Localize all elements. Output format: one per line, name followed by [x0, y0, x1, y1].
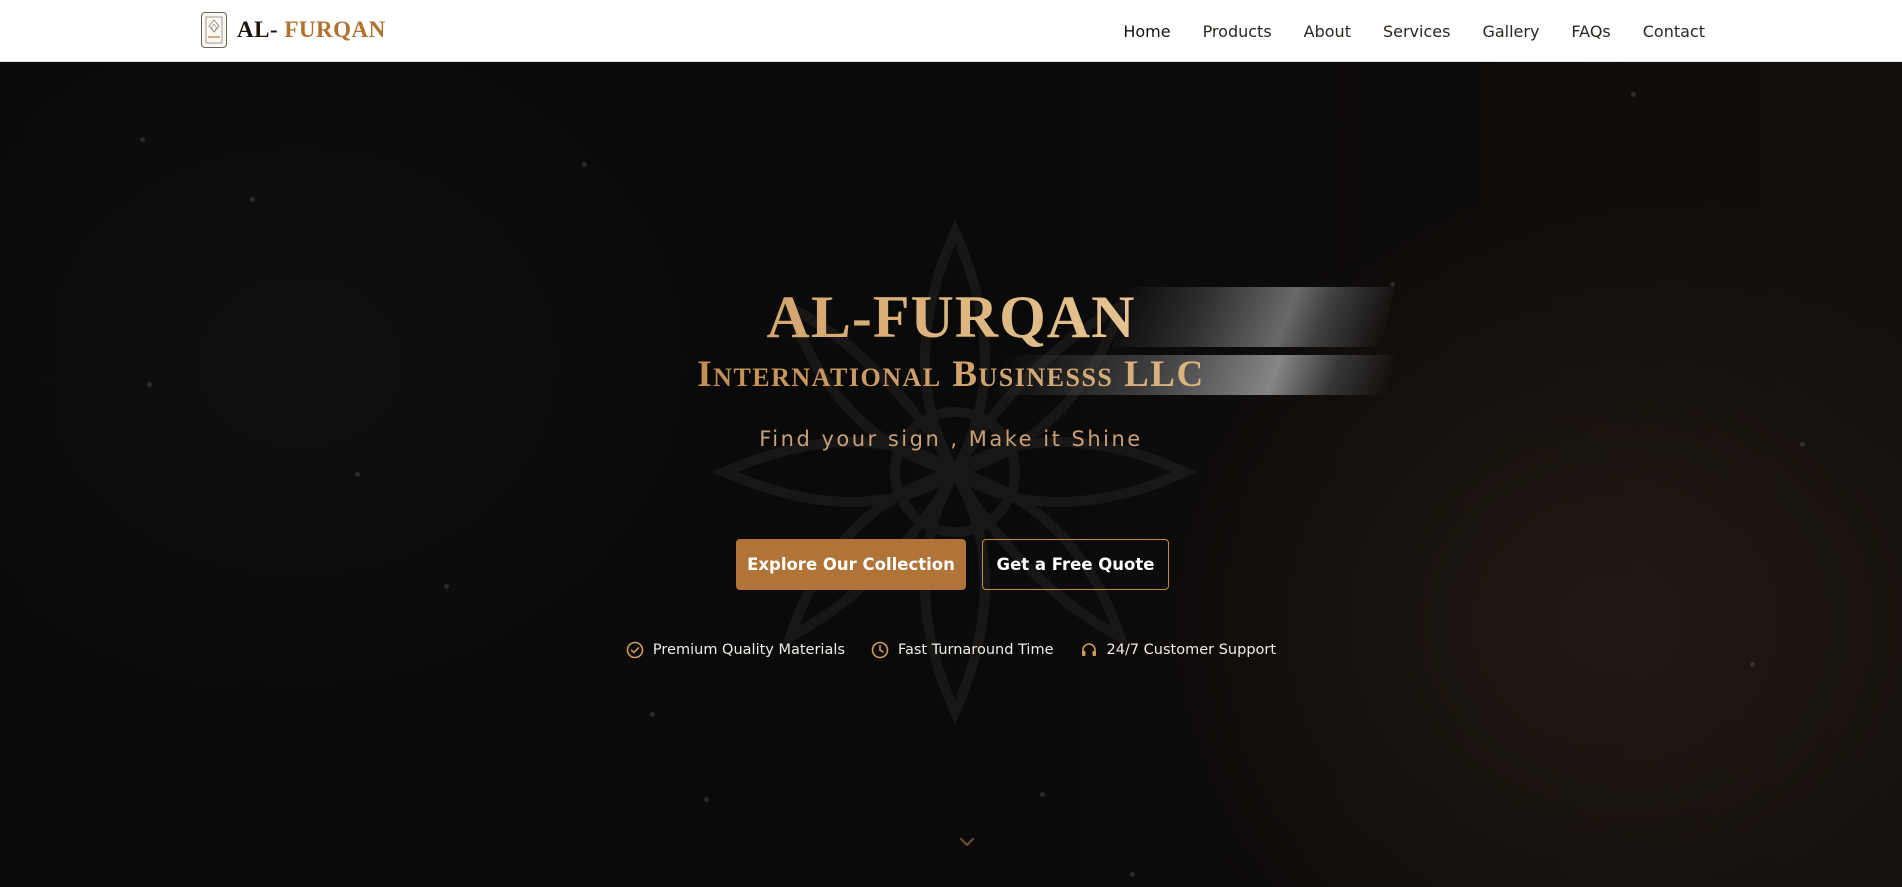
feature-item: 24/7 Customer Support: [1080, 641, 1277, 659]
nav-item-gallery[interactable]: Gallery: [1482, 22, 1539, 41]
particle-dot: [704, 797, 709, 802]
nav-item-home[interactable]: Home: [1123, 22, 1170, 41]
brand-logo[interactable]: AL- FURQAN: [201, 12, 386, 48]
feature-list: Premium Quality Materials Fast Turnaroun…: [0, 641, 1902, 659]
feature-item: Premium Quality Materials: [626, 641, 845, 659]
navbar: AL- FURQAN Home Products About Services …: [0, 0, 1902, 62]
particle-dot: [355, 472, 360, 477]
nav-item-faqs[interactable]: FAQs: [1571, 22, 1610, 41]
particle-dot: [1750, 662, 1755, 667]
hero-section: AL-FURQAN International Businesss LLC Fi…: [0, 62, 1902, 887]
brand-name-suffix: FURQAN: [284, 17, 386, 42]
hero-tagline: Find your sign , Make it Shine: [759, 427, 1143, 451]
feature-label: Premium Quality Materials: [652, 642, 845, 658]
particle-dot: [444, 584, 449, 589]
particle-dot: [140, 137, 145, 142]
nav-item-about[interactable]: About: [1304, 22, 1351, 41]
particle-dot: [250, 197, 255, 202]
particle-dot: [1631, 92, 1636, 97]
nav-item-services[interactable]: Services: [1383, 22, 1450, 41]
free-quote-button[interactable]: Get a Free Quote: [982, 539, 1169, 590]
hero-title: AL-FURQAN: [0, 282, 1902, 352]
particle-dot: [1130, 872, 1135, 877]
clock-icon: [871, 641, 889, 659]
nav-item-contact[interactable]: Contact: [1643, 22, 1705, 41]
ornate-frame-logo-icon: [201, 12, 227, 48]
feature-label: Fast Turnaround Time: [897, 642, 1054, 658]
brand-name: AL- FURQAN: [237, 17, 386, 43]
check-circle-icon: [626, 641, 644, 659]
chevron-down-icon[interactable]: [958, 835, 976, 847]
brand-name-prefix: AL-: [237, 17, 279, 42]
nav-item-products[interactable]: Products: [1203, 22, 1272, 41]
particle-dot: [650, 712, 655, 717]
main-nav: Home Products About Services Gallery FAQ…: [1123, 0, 1705, 62]
particle-dot: [582, 162, 587, 167]
hero-subtitle: International Businesss LLC: [0, 352, 1902, 398]
feature-item: Fast Turnaround Time: [871, 641, 1054, 659]
feature-label: 24/7 Customer Support: [1106, 642, 1277, 658]
explore-collection-button[interactable]: Explore Our Collection: [736, 539, 966, 590]
particle-dot: [1040, 792, 1045, 797]
headset-icon: [1080, 641, 1098, 659]
